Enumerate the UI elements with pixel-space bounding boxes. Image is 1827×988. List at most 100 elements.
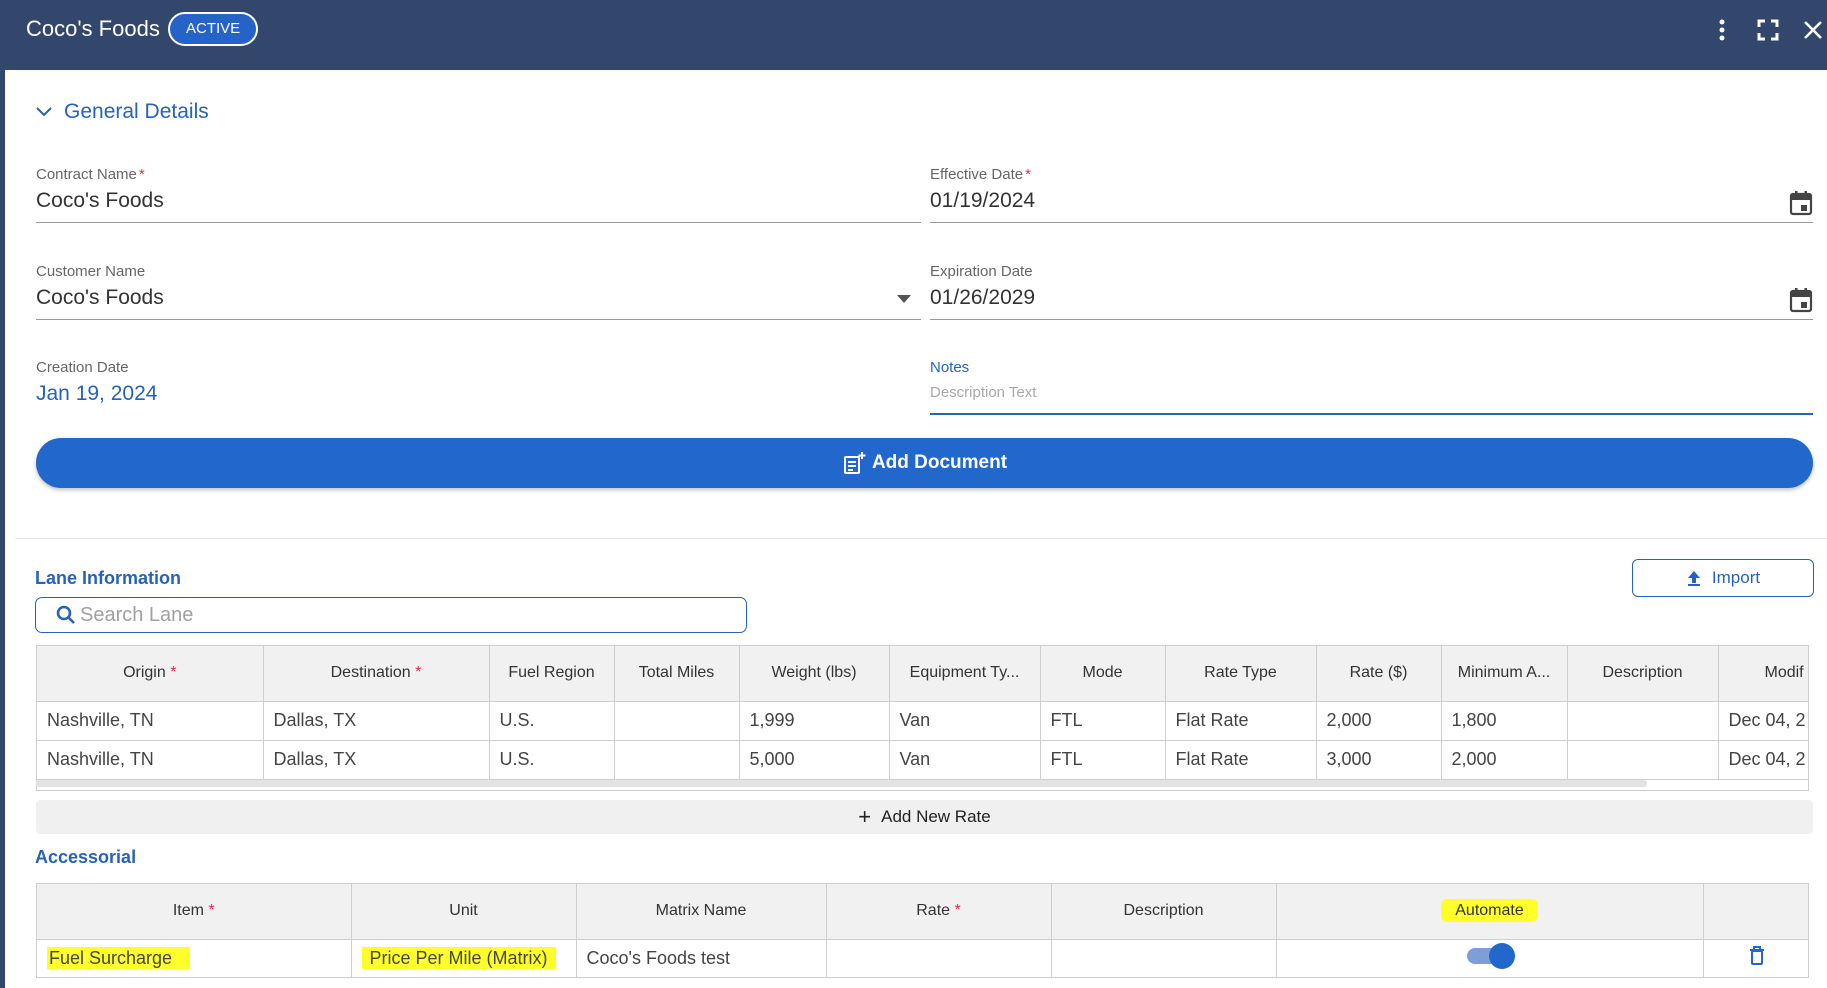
plus-icon: + [858,804,872,829]
general-details-toggle[interactable]: General Details [36,100,209,124]
search-icon [56,605,75,624]
add-new-rate-button[interactable]: + Add New Rate [36,800,1813,834]
notes-field[interactable]: Notes [930,359,1813,417]
automate-cell [1276,939,1704,977]
column-header-fuel-region[interactable]: Fuel Region [489,646,615,702]
column-header-rate-type[interactable]: Rate Type [1165,646,1317,702]
accessorial-table: Item * Unit Matrix Name Rate * Descripti… [36,883,1809,978]
origin-cell[interactable]: Nashville, TN [37,701,264,741]
column-header-rate[interactable]: Rate * [826,884,1052,940]
equipment-type-cell[interactable]: Van [889,701,1041,741]
import-button[interactable]: Import [1632,559,1814,597]
close-button[interactable] [1799,16,1827,44]
creation-date-field: Creation Date Jan 19, 2024 [36,359,921,417]
lane-information-title: Lane Information [35,568,182,588]
column-header-automate[interactable]: Automate [1276,884,1704,940]
column-header-description[interactable]: Description [1567,646,1719,702]
column-header-equipment-type[interactable]: Equipment Ty... [889,646,1041,702]
chevron-down-icon [36,107,52,117]
creation-date-label: Creation Date [36,359,129,376]
dropdown-caret-icon[interactable] [897,295,911,303]
dialog-header: Coco's Foods ACTIVE [0,0,1827,70]
item-cell[interactable]: Fuel Surcharge [37,939,352,977]
unit-cell[interactable]: Price Per Mile (Matrix) [351,939,577,977]
weight-cell[interactable]: 5,000 [739,740,890,780]
document-add-icon [843,452,866,474]
effective-date-field[interactable]: Effective Date * 01/19/2024 [930,166,1813,224]
search-lane-field[interactable] [35,597,747,633]
column-header-total-miles[interactable]: Total Miles [614,646,740,702]
mode-cell[interactable]: FTL [1040,701,1166,741]
column-header-unit[interactable]: Unit [351,884,577,940]
expiration-date-label: Expiration Date [930,263,1033,280]
contract-name-value: Coco's Foods [36,189,164,212]
matrix-name-cell[interactable]: Coco's Foods test [576,939,827,977]
column-header-minimum-amount[interactable]: Minimum A... [1441,646,1568,702]
fullscreen-button[interactable] [1754,16,1782,44]
horizontal-scrollbar[interactable] [36,780,1647,787]
effective-date-label: Effective Date [930,166,1024,183]
add-new-rate-label: Add New Rate [881,807,991,826]
modified-cell[interactable]: Dec 04, 2 [1718,701,1808,741]
fuel-region-cell[interactable]: U.S. [489,740,615,780]
calendar-icon[interactable] [1789,190,1813,216]
column-header-origin[interactable]: Origin * [37,646,264,702]
table-row[interactable]: Fuel Surcharge Price Per Mile (Matrix) C… [37,939,1808,977]
customer-name-value: Coco's Foods [36,286,164,309]
modified-cell[interactable]: Dec 04, 2 [1718,740,1808,780]
column-header-item[interactable]: Item * [37,884,352,940]
rate-cell[interactable] [826,939,1052,977]
expiration-date-field[interactable]: Expiration Date 01/26/2029 [930,263,1813,321]
notes-input[interactable] [930,384,1813,401]
column-header-description[interactable]: Description [1051,884,1277,940]
required-marker: * [1025,166,1031,183]
calendar-icon[interactable] [1789,287,1813,313]
column-header-destination[interactable]: Destination * [263,646,490,702]
contract-name-field[interactable]: Contract Name * Coco's Foods [36,166,921,224]
fullscreen-icon [1757,19,1779,41]
search-lane-input[interactable] [80,603,680,627]
description-cell[interactable] [1051,939,1277,977]
trash-icon[interactable] [1749,946,1765,966]
table-row[interactable]: Nashville, TN Dallas, TX U.S. 1,999 Van … [37,701,1808,741]
mode-cell[interactable]: FTL [1040,740,1166,780]
more-vertical-icon [1719,19,1725,41]
minimum-amount-cell[interactable]: 2,000 [1441,740,1568,780]
rate-type-cell[interactable]: Flat Rate [1165,701,1317,741]
actions-cell [1703,939,1808,977]
table-row[interactable]: Nashville, TN Dallas, TX U.S. 5,000 Van … [37,740,1808,780]
destination-cell[interactable]: Dallas, TX [263,740,490,780]
rate-cell[interactable]: 3,000 [1316,740,1442,780]
section-divider [15,538,1827,539]
customer-name-label: Customer Name [36,263,146,280]
destination-cell[interactable]: Dallas, TX [263,701,490,741]
creation-date-value: Jan 19, 2024 [36,382,158,405]
weight-cell[interactable]: 1,999 [739,701,890,741]
accessorial-title: Accessorial [35,847,137,867]
upload-icon [1687,571,1700,586]
equipment-type-cell[interactable]: Van [889,740,1041,780]
more-options-button[interactable] [1708,16,1736,44]
customer-name-field[interactable]: Customer Name Coco's Foods [36,263,921,321]
required-marker: * [138,166,145,183]
minimum-amount-cell[interactable]: 1,800 [1441,701,1568,741]
effective-date-value: 01/19/2024 [930,189,1036,212]
total-miles-cell[interactable] [614,740,740,780]
description-cell[interactable] [1567,740,1719,780]
column-header-actions [1703,884,1808,940]
origin-cell[interactable]: Nashville, TN [37,740,264,780]
fuel-region-cell[interactable]: U.S. [489,701,615,741]
description-cell[interactable] [1567,701,1719,741]
rate-type-cell[interactable]: Flat Rate [1165,740,1317,780]
total-miles-cell[interactable] [614,701,740,741]
column-header-weight[interactable]: Weight (lbs) [739,646,890,702]
add-document-button[interactable]: Add Document [36,438,1813,488]
add-document-label: Add Document [871,452,1008,473]
rate-cell[interactable]: 2,000 [1316,701,1442,741]
automate-toggle[interactable] [1466,943,1515,969]
column-header-rate[interactable]: Rate ($) [1316,646,1442,702]
column-header-mode[interactable]: Mode [1040,646,1166,702]
column-header-modified[interactable]: Modif [1718,646,1808,702]
column-header-matrix-name[interactable]: Matrix Name [576,884,827,940]
dialog-title: Coco's Foods [26,16,160,41]
